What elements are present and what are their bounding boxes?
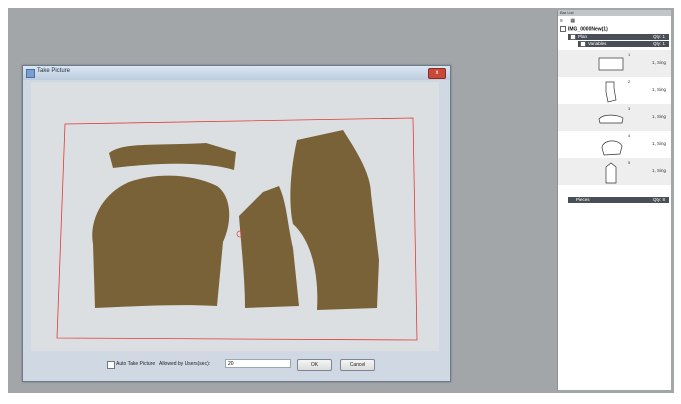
piece-number: 3 xyxy=(628,106,631,111)
pieces-footer-row: Pieces Qty: 8 xyxy=(568,197,669,203)
list-item[interactable]: 2 1, Sing xyxy=(558,77,671,104)
cancel-button[interactable]: Cancel xyxy=(340,359,375,371)
tree-root-label: IMG_0000New(1) xyxy=(568,26,608,33)
camera-preview xyxy=(31,82,439,351)
tree-subgroup-label: Variables xyxy=(588,41,607,47)
piece-number: 5 xyxy=(628,160,631,165)
list-icon[interactable]: ≡ xyxy=(560,18,563,24)
camera-icon xyxy=(26,69,35,78)
pieces-footer-qty: Qty: 8 xyxy=(652,197,665,202)
auto-take-picture-label: Auto Take Picture xyxy=(116,361,156,367)
close-button[interactable]: x xyxy=(428,68,446,79)
grid-icon[interactable]: ▦ xyxy=(570,18,575,24)
list-item[interactable]: 4 1, Sing xyxy=(558,131,671,158)
list-item[interactable]: 1 1, Sing xyxy=(558,50,671,77)
tree-group-label: Plan xyxy=(578,34,588,40)
auto-take-picture-checkbox[interactable] xyxy=(107,361,115,369)
allowed-seconds-label: Allowed by Users(sec): xyxy=(159,361,211,367)
tree-group-qty: Qty: 1 xyxy=(652,34,665,39)
panel-header: Bar List xyxy=(558,10,671,16)
piece-description: 1, Sing xyxy=(652,168,667,173)
tree-group-row[interactable]: Plan Qty: 1 xyxy=(568,34,669,40)
piece-description: 1, Sing xyxy=(652,141,667,146)
tree-subgroup-row[interactable]: Variables Qty: 1 xyxy=(578,41,669,47)
piece-thumbnail xyxy=(605,162,617,184)
piece-description: 1, Sing xyxy=(652,60,667,65)
piece-list-panel: Bar List ≡ ▦ IMG_0000New(1) Plan Qty: 1 … xyxy=(557,10,671,390)
allowed-seconds-input[interactable]: 20 xyxy=(225,359,291,368)
piece-number: 2 xyxy=(628,79,631,84)
app-window: Take Picture x Auto Take Picture Allowed… xyxy=(8,8,674,393)
fabric-piece-sleeve xyxy=(92,175,230,308)
ok-button[interactable]: OK xyxy=(297,359,332,371)
collapse-icon[interactable] xyxy=(580,41,586,47)
piece-thumbnail xyxy=(598,57,624,71)
workspace-area: Take Picture x Auto Take Picture Allowed… xyxy=(8,8,556,393)
piece-description: 1, Sing xyxy=(652,114,667,119)
list-item[interactable]: 5 1, Sing xyxy=(558,158,671,185)
piece-thumbnail xyxy=(605,81,617,103)
collapse-icon[interactable] xyxy=(560,26,566,32)
dialog-footer: Auto Take Picture Allowed by Users(sec):… xyxy=(23,353,450,381)
tree-root[interactable]: IMG_0000New(1) xyxy=(560,26,608,32)
dialog-title: Take Picture xyxy=(37,68,71,74)
list-item[interactable]: 3 1, Sing xyxy=(558,104,671,131)
tree-subgroup-qty: Qty: 1 xyxy=(652,41,665,46)
piece-number: 4 xyxy=(628,133,631,138)
pieces-footer-label: Pieces xyxy=(576,197,590,202)
take-picture-dialog: Take Picture x Auto Take Picture Allowed… xyxy=(22,65,451,382)
dialog-titlebar[interactable]: Take Picture x xyxy=(23,66,450,80)
preview-background xyxy=(31,82,439,351)
collapse-icon[interactable] xyxy=(570,34,576,40)
piece-thumbnail xyxy=(598,114,624,124)
piece-thumbnail xyxy=(601,140,623,156)
piece-number: 1 xyxy=(628,52,631,57)
piece-description: 1, Sing xyxy=(652,87,667,92)
panel-toolbar: ≡ ▦ xyxy=(560,18,575,24)
